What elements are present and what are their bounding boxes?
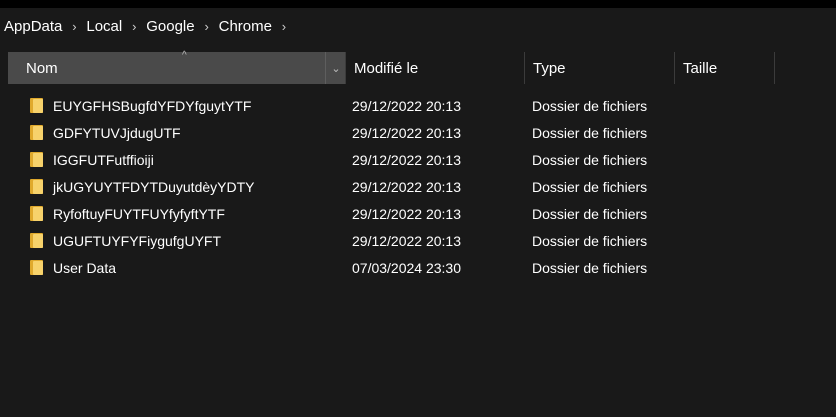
folder-icon <box>30 173 44 200</box>
file-name: UGUFTUYFYFiygufgUYFT <box>53 232 222 249</box>
chevron-right-icon[interactable]: › <box>195 19 219 34</box>
address-bar[interactable]: AppData › Local › Google › Chrome › <box>0 8 836 45</box>
column-header-date-label: Modifié le <box>354 59 419 77</box>
chevron-right-icon[interactable]: › <box>272 19 296 34</box>
breadcrumb: AppData › Local › Google › Chrome › <box>0 8 296 45</box>
file-date: 29/12/2022 20:13 <box>352 97 461 114</box>
file-name: IGGFUTFutffioiji <box>53 151 154 168</box>
file-date: 07/03/2024 23:30 <box>352 259 461 276</box>
file-type: Dossier de fichiers <box>532 259 648 276</box>
folder-icon <box>30 146 44 173</box>
file-row[interactable]: GDFYTUVJjdugUTF 29/12/2022 20:13 Dossier… <box>0 119 836 146</box>
chevron-right-icon[interactable]: › <box>62 19 86 34</box>
chevron-right-icon[interactable]: › <box>122 19 146 34</box>
file-row[interactable]: IGGFUTFutffioiji 29/12/2022 20:13 Dossie… <box>0 146 836 173</box>
folder-icon <box>30 254 44 281</box>
file-explorer-window: AppData › Local › Google › Chrome › ^ No… <box>0 0 836 417</box>
file-type: Dossier de fichiers <box>532 232 648 249</box>
file-row[interactable]: jkUGYUYTFDYTDuyutdèyYDTY 29/12/2022 20:1… <box>0 173 836 200</box>
file-type: Dossier de fichiers <box>532 205 648 222</box>
file-type: Dossier de fichiers <box>532 124 648 141</box>
column-header-date[interactable]: Modifié le <box>345 52 524 84</box>
file-date: 29/12/2022 20:13 <box>352 178 461 195</box>
folder-icon <box>30 92 44 119</box>
breadcrumb-appdata[interactable]: AppData <box>4 18 62 35</box>
file-name: GDFYTUVJjdugUTF <box>53 124 181 141</box>
breadcrumb-local[interactable]: Local <box>86 18 122 35</box>
column-header-name[interactable]: ^ Nom ⌄ <box>8 50 346 84</box>
file-row[interactable]: UGUFTUYFYFiygufgUYFT 29/12/2022 20:13 Do… <box>0 227 836 254</box>
file-type: Dossier de fichiers <box>532 151 648 168</box>
file-name: User Data <box>53 259 117 276</box>
column-header-name-label: Nom <box>26 59 58 77</box>
file-row[interactable]: RyfoftuyFUYTFUYfyfyftYTF 29/12/2022 20:1… <box>0 200 836 227</box>
file-date: 29/12/2022 20:13 <box>352 205 461 222</box>
file-name: RyfoftuyFUYTFUYfyfyftYTF <box>53 205 225 222</box>
column-header: ^ Nom ⌄ Modifié le Type Taille <box>0 50 836 84</box>
file-date: 29/12/2022 20:13 <box>352 232 461 249</box>
sort-ascending-icon: ^ <box>182 50 187 61</box>
file-type: Dossier de fichiers <box>532 178 648 195</box>
folder-icon <box>30 200 44 227</box>
column-header-type-label: Type <box>533 59 566 77</box>
folder-icon <box>30 119 44 146</box>
file-row[interactable]: EUYGFHSBugfdYFDYfguytYTF 29/12/2022 20:1… <box>0 92 836 119</box>
folder-icon <box>30 227 44 254</box>
file-date: 29/12/2022 20:13 <box>352 124 461 141</box>
chevron-down-icon[interactable]: ⌄ <box>325 52 346 84</box>
file-list: EUYGFHSBugfdYFDYfguytYTF 29/12/2022 20:1… <box>0 92 836 281</box>
title-strip <box>0 0 836 8</box>
breadcrumb-chrome[interactable]: Chrome <box>219 18 272 35</box>
column-header-type[interactable]: Type <box>524 52 674 84</box>
column-header-size-label: Taille <box>683 59 718 77</box>
file-type: Dossier de fichiers <box>532 97 648 114</box>
file-name: jkUGYUYTFDYTDuyutdèyYDTY <box>53 178 255 195</box>
file-name: EUYGFHSBugfdYFDYfguytYTF <box>53 97 252 114</box>
column-header-size[interactable]: Taille <box>674 52 775 84</box>
breadcrumb-google[interactable]: Google <box>146 18 194 35</box>
file-date: 29/12/2022 20:13 <box>352 151 461 168</box>
address-bar-empty-area[interactable] <box>296 8 836 45</box>
file-row[interactable]: User Data 07/03/2024 23:30 Dossier de fi… <box>0 254 836 281</box>
